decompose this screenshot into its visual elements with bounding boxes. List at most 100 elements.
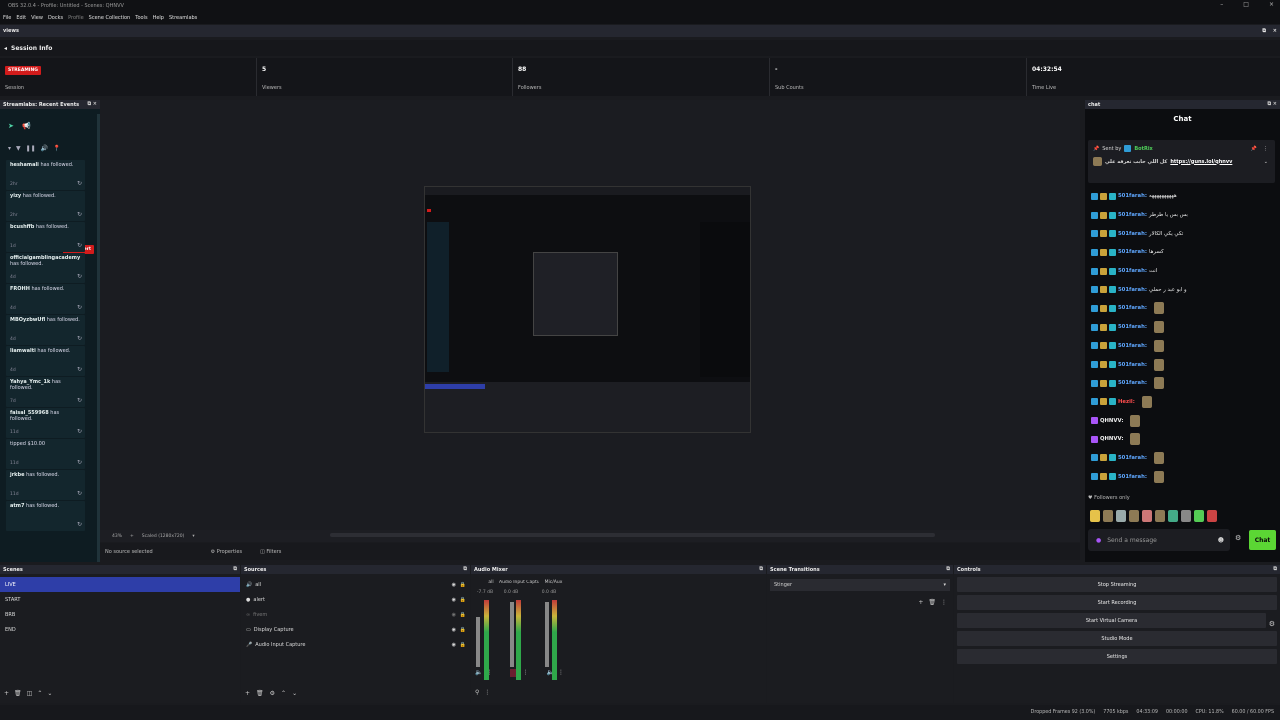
arrow-down-icon[interactable]: ⌄ [292, 690, 297, 697]
gear-icon[interactable]: ⚙ [1269, 620, 1275, 628]
emote-icon[interactable] [1181, 510, 1191, 522]
chat-settings-icon[interactable]: ⚙ [1235, 534, 1241, 542]
chat-username[interactable]: 501farah: [1118, 362, 1147, 368]
unpin-icon[interactable]: 📌 [1251, 146, 1257, 152]
chat-username[interactable]: 501farah: [1118, 455, 1147, 461]
eye-icon[interactable]: ◉ [452, 597, 456, 603]
chat-username[interactable]: QHNVV: [1100, 436, 1123, 442]
add-icon[interactable]: + [4, 690, 9, 697]
horizontal-scrollbar[interactable] [330, 533, 935, 537]
chat-close-icon[interactable]: ⧉ × [1267, 101, 1277, 107]
start-recording-button[interactable]: Start Recording [957, 595, 1277, 610]
replay-icon[interactable]: ↻ [77, 459, 82, 466]
replay-icon[interactable]: ↻ [77, 366, 82, 373]
dropdown-icon[interactable]: ▾ [192, 534, 194, 539]
pin-icon[interactable]: 📍 [53, 145, 60, 152]
chat-username[interactable]: 501farah: [1118, 474, 1147, 480]
chat-username[interactable]: 501farah: [1118, 287, 1147, 293]
chat-username[interactable]: QHNVV: [1100, 418, 1123, 424]
emoji-picker-icon[interactable]: ☻ [1218, 537, 1224, 544]
menu-edit[interactable]: Edit [16, 15, 26, 21]
replay-icon[interactable]: ↻ [77, 180, 82, 187]
source-item[interactable]: ● alert ◉ 🔒 [241, 592, 470, 607]
menu-file[interactable]: File [3, 15, 11, 21]
stop-streaming-button[interactable]: Stop Streaming [957, 577, 1277, 592]
menu-help[interactable]: Help [153, 15, 164, 21]
trash-icon[interactable]: 🗑 [14, 690, 22, 697]
eye-icon[interactable]: ◉ [452, 582, 456, 588]
close-icon[interactable]: × [1269, 1, 1274, 8]
add-icon[interactable]: + [245, 690, 250, 697]
speaker-icon[interactable]: 🔈 [475, 669, 482, 677]
eye-icon[interactable]: ◉ [452, 642, 456, 648]
megaphone-icon[interactable]: 📢 [22, 122, 31, 130]
filter-icon[interactable]: ◫ [27, 690, 33, 697]
maximize-icon[interactable]: □ [1243, 1, 1249, 8]
zoom-level[interactable]: 43% [112, 534, 122, 539]
lock-icon[interactable]: 🔒 [460, 612, 466, 618]
emote-icon[interactable] [1129, 510, 1139, 522]
link-icon[interactable]: ⚲ [475, 689, 479, 696]
minimize-icon[interactable]: – [1220, 1, 1223, 8]
menu-view[interactable]: View [31, 15, 43, 21]
source-item[interactable]: 🎤 Audio Input Capture ◉ 🔒 [241, 637, 470, 652]
emote-icon[interactable] [1103, 510, 1113, 522]
chat-username[interactable]: 501farah: [1118, 380, 1147, 386]
chevron-left-icon[interactable]: ◂ [4, 45, 7, 52]
mixer-float-icon[interactable]: ⧉ [759, 566, 763, 572]
replay-icon[interactable]: ↻ [77, 428, 82, 435]
chat-input[interactable]: ● Send a message ☻ [1088, 529, 1230, 551]
volume-slider[interactable] [545, 602, 549, 667]
more-options-icon[interactable]: ⋮ [484, 689, 490, 696]
menu-streamlabs[interactable]: Streamlabs [169, 15, 197, 21]
mic-icon[interactable]: ● [1096, 537, 1101, 544]
scene-item[interactable]: START [0, 592, 240, 607]
more-options-icon[interactable]: ⋮ [1263, 146, 1268, 152]
more-options-icon[interactable]: ⋮ [522, 669, 528, 677]
volume-slider[interactable] [476, 617, 480, 667]
chat-username[interactable]: Hezil: [1118, 399, 1135, 405]
replay-icon[interactable]: ↻ [77, 273, 82, 280]
emote-icon[interactable] [1142, 510, 1152, 522]
chat-username[interactable]: 501farah: [1118, 249, 1147, 255]
source-item[interactable]: ▭ Display Capture ◉ 🔒 [241, 622, 470, 637]
replay-icon[interactable]: ↻ [77, 397, 82, 404]
emote-icon[interactable] [1207, 510, 1217, 522]
more-options-icon[interactable]: ⋮ [941, 599, 947, 606]
arrow-up-icon[interactable]: ⌃ [281, 690, 286, 697]
volume-slider[interactable] [510, 602, 514, 667]
studio-mode-button[interactable]: Studio Mode [957, 631, 1277, 646]
chat-send-button[interactable]: Chat [1249, 530, 1276, 550]
replay-icon[interactable]: ↻ [77, 242, 82, 249]
scenes-float-icon[interactable]: ⧉ [233, 566, 237, 572]
recent-events-close-icon[interactable]: ⧉ × [87, 101, 97, 107]
scale-label[interactable]: Scaled (1280x720) [142, 534, 185, 539]
replay-icon[interactable]: ↻ [77, 521, 82, 528]
chat-username[interactable]: 501farah: [1118, 324, 1147, 330]
mute-icon[interactable]: 🔊 [41, 145, 48, 152]
trash-icon[interactable]: 🗑 [256, 690, 264, 697]
scene-item[interactable]: END [0, 622, 240, 637]
replay-icon[interactable]: ↻ [77, 490, 82, 497]
lock-icon[interactable]: 🔒 [460, 642, 466, 648]
chat-username[interactable]: 501farah: [1118, 193, 1147, 199]
menu-scene-collection[interactable]: Scene Collection [89, 15, 131, 21]
sources-float-icon[interactable]: ⧉ [463, 566, 467, 572]
send-icon[interactable]: ➤ [8, 122, 14, 130]
filters-button[interactable]: ◫ Filters [260, 549, 281, 555]
lock-icon[interactable]: 🔒 [460, 597, 466, 603]
transitions-float-icon[interactable]: ⧉ [946, 566, 950, 572]
replay-icon[interactable]: ↻ [77, 211, 82, 218]
emote-icon[interactable] [1155, 510, 1165, 522]
gear-icon[interactable]: ⚙ [270, 690, 275, 697]
chat-username[interactable]: 501farah: [1118, 231, 1147, 237]
scene-item[interactable]: LIVE [0, 577, 240, 592]
lock-icon[interactable]: 🔒 [460, 582, 466, 588]
arrow-down-icon[interactable]: ⌄ [47, 690, 52, 697]
emote-icon[interactable] [1168, 510, 1178, 522]
menu-docks[interactable]: Docks [48, 15, 63, 21]
eye-icon[interactable]: ◉ [452, 627, 456, 633]
emote-icon[interactable] [1194, 510, 1204, 522]
properties-button[interactable]: ⚙ Properties [211, 549, 242, 555]
filter-icon[interactable]: ▼ [16, 145, 21, 152]
